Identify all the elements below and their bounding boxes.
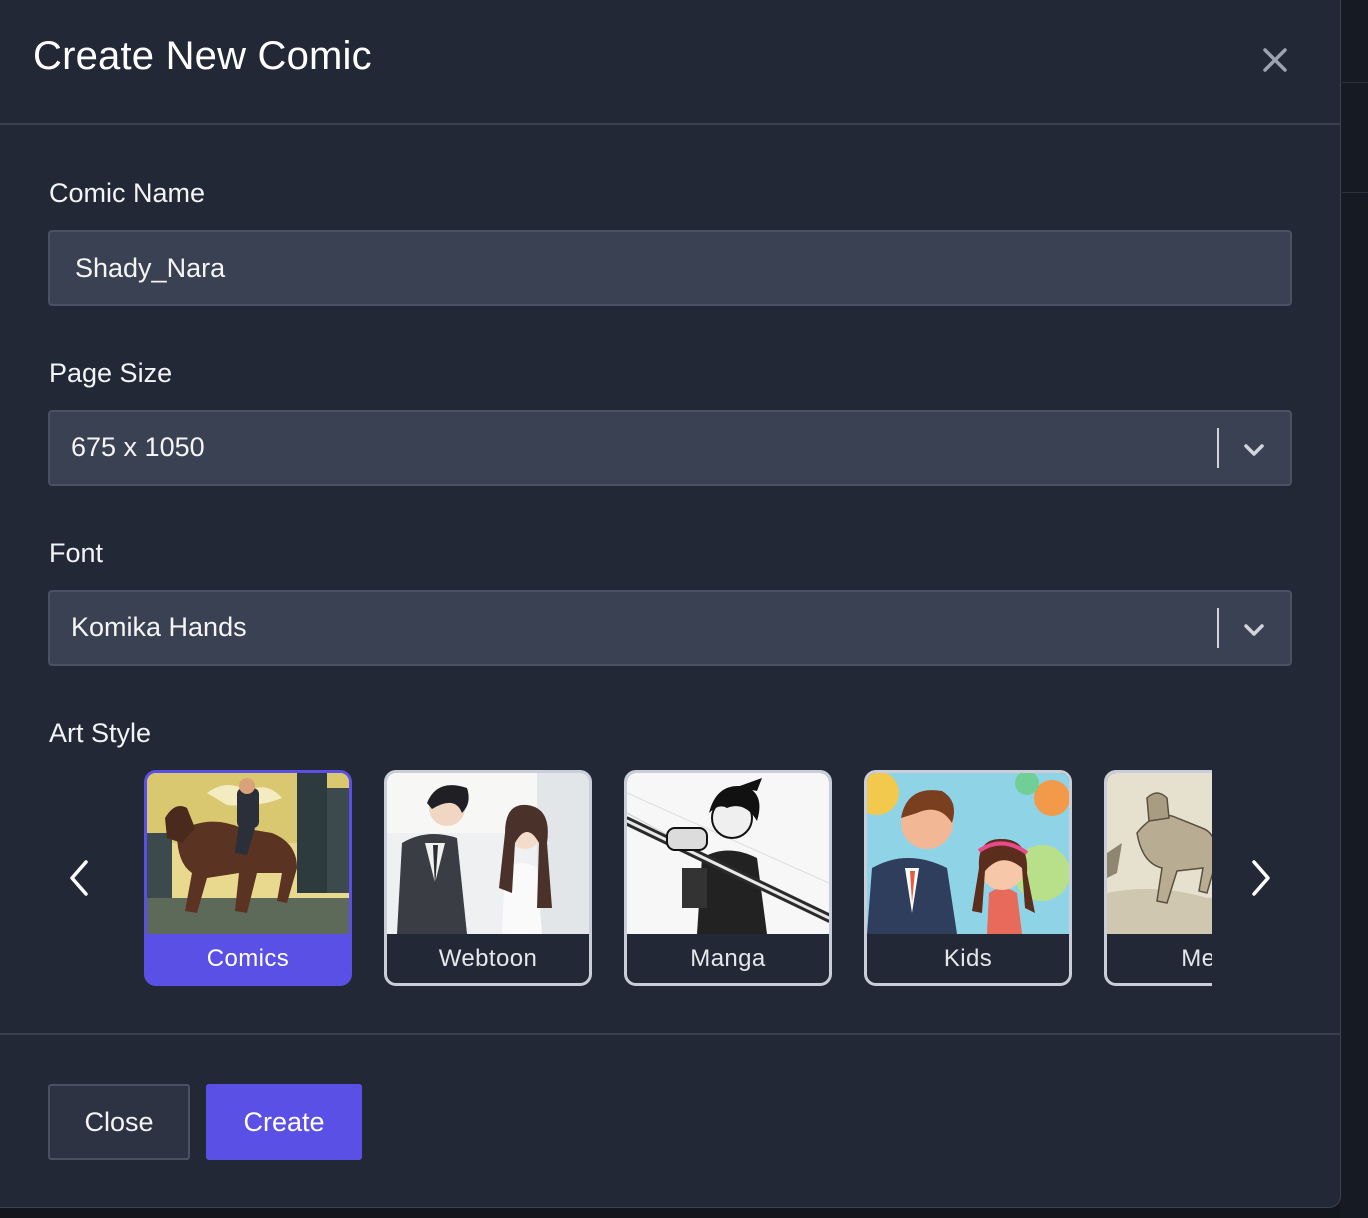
- font-label: Font: [49, 538, 104, 568]
- art-style-label-medieval: Medi: [1181, 945, 1212, 972]
- close-icon[interactable]: [1257, 42, 1293, 78]
- webtoon-thumbnail: [387, 773, 589, 934]
- backdrop: [1340, 0, 1368, 1218]
- select-separator: [1217, 608, 1219, 648]
- chevron-down-icon[interactable]: [1240, 616, 1268, 644]
- modal-title: Create New Comic: [33, 34, 372, 78]
- art-style-label-manga: Manga: [690, 945, 766, 972]
- page-size-select[interactable]: 675 x 1050: [48, 410, 1292, 486]
- backdrop-divider: [1342, 82, 1368, 83]
- art-style-label-comics: Comics: [206, 945, 290, 972]
- art-style-card-comics[interactable]: Comics: [144, 770, 352, 986]
- art-style-card-medieval[interactable]: Medi: [1104, 770, 1212, 986]
- close-button[interactable]: Close: [48, 1084, 190, 1160]
- font-select[interactable]: Komika Hands: [48, 590, 1292, 666]
- comics-thumbnail: [147, 773, 349, 934]
- backdrop-divider: [1342, 192, 1368, 193]
- art-style-label-webtoon: Webtoon: [438, 945, 538, 972]
- comic-name-input[interactable]: [48, 230, 1292, 306]
- manga-thumbnail: [627, 773, 829, 934]
- kids-thumbnail: [867, 773, 1069, 934]
- create-comic-modal: Create New Comic Comic Name Page Size 67…: [0, 0, 1341, 1208]
- chevron-right-icon[interactable]: [1240, 858, 1280, 898]
- footer-divider: [0, 1033, 1340, 1035]
- art-style-card-manga[interactable]: Manga: [624, 770, 832, 986]
- page-size-value: 675 x 1050: [71, 432, 205, 462]
- art-style-carousel: Comics Webtoon Manga Kids Me: [144, 770, 1212, 988]
- art-style-label-kids: Kids: [943, 945, 993, 972]
- art-style-label: Art Style: [49, 718, 152, 748]
- chevron-down-icon[interactable]: [1240, 436, 1268, 464]
- create-button[interactable]: Create: [206, 1084, 362, 1160]
- chevron-left-icon[interactable]: [60, 858, 100, 898]
- medieval-thumbnail: [1107, 773, 1212, 934]
- modal-header: Create New Comic: [0, 0, 1340, 125]
- page-size-label: Page Size: [49, 358, 173, 388]
- art-style-card-kids[interactable]: Kids: [864, 770, 1072, 986]
- art-style-card-webtoon[interactable]: Webtoon: [384, 770, 592, 986]
- select-separator: [1217, 428, 1219, 468]
- font-value: Komika Hands: [71, 612, 247, 642]
- comic-name-label: Comic Name: [49, 178, 206, 208]
